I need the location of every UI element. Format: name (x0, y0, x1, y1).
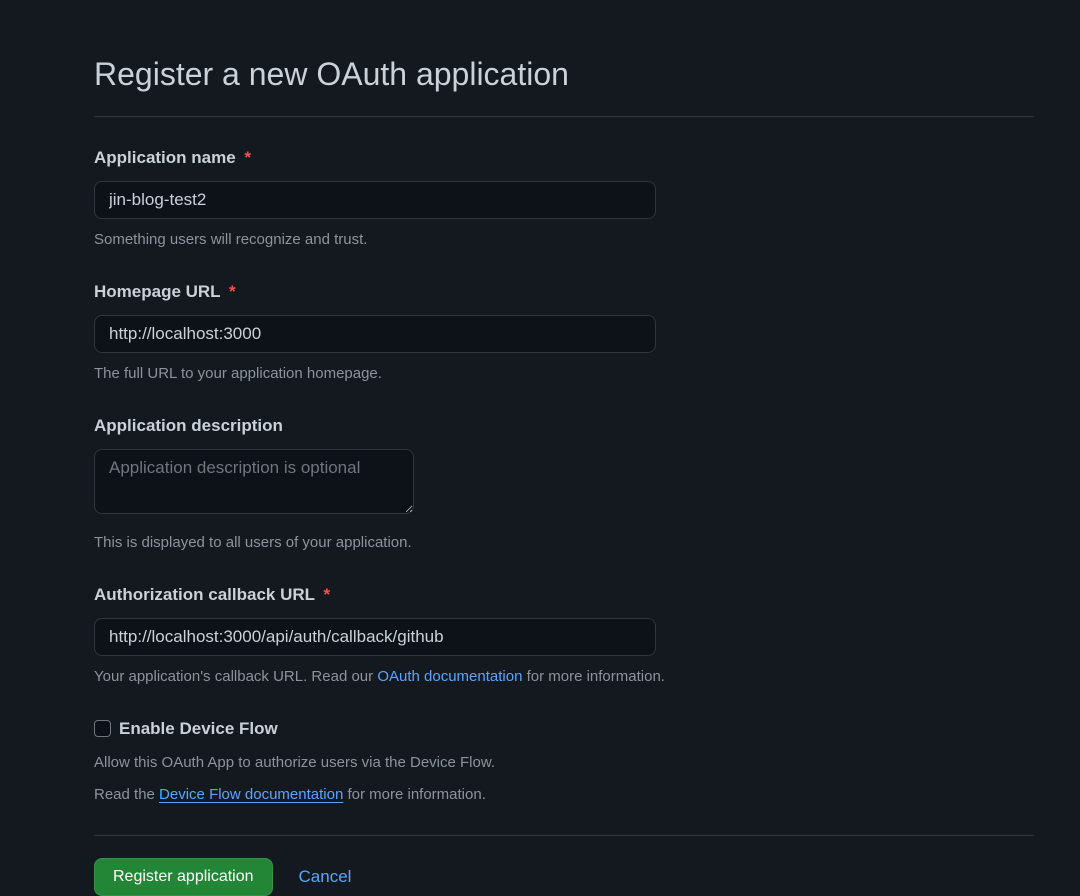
homepage-url-help: The full URL to your application homepag… (94, 363, 1034, 386)
callback-url-label-text: Authorization callback URL (94, 585, 315, 604)
homepage-url-label: Homepage URL * (94, 279, 1034, 305)
app-description-group: Application description This is displaye… (94, 413, 1034, 554)
button-row: Register application Cancel (94, 858, 1034, 896)
device-flow-row: Enable Device Flow (94, 716, 1034, 742)
device-flow-group: Enable Device Flow Allow this OAuth App … (94, 716, 1034, 807)
homepage-url-label-text: Homepage URL (94, 282, 220, 301)
device-flow-checkbox[interactable] (94, 720, 111, 737)
device-flow-label: Enable Device Flow (119, 716, 278, 742)
app-name-input[interactable] (94, 181, 656, 219)
callback-help-prefix: Your application's callback URL. Read ou… (94, 668, 377, 685)
app-name-help: Something users will recognize and trust… (94, 229, 1034, 252)
header-divider (94, 116, 1034, 117)
oauth-documentation-link[interactable]: OAuth documentation (377, 668, 522, 685)
cancel-button[interactable]: Cancel (299, 867, 352, 887)
callback-help-suffix: for more information. (522, 668, 665, 685)
required-star-icon: * (229, 282, 236, 301)
device-flow-help-suffix: for more information. (343, 786, 486, 803)
homepage-url-group: Homepage URL * The full URL to your appl… (94, 279, 1034, 385)
callback-url-input[interactable] (94, 618, 656, 656)
app-name-group: Application name * Something users will … (94, 145, 1034, 251)
app-description-textarea[interactable] (94, 449, 414, 514)
register-application-button[interactable]: Register application (94, 858, 273, 896)
required-star-icon: * (244, 148, 251, 167)
callback-url-group: Authorization callback URL * Your applic… (94, 582, 1034, 688)
app-name-label: Application name * (94, 145, 1034, 171)
footer-divider (94, 835, 1034, 836)
required-star-icon: * (323, 585, 330, 604)
homepage-url-input[interactable] (94, 315, 656, 353)
device-flow-help-2: Read the Device Flow documentation for m… (94, 784, 1034, 807)
device-flow-help-prefix: Read the (94, 786, 159, 803)
app-description-label-text: Application description (94, 416, 283, 435)
app-description-help: This is displayed to all users of your a… (94, 532, 1034, 555)
app-name-label-text: Application name (94, 148, 236, 167)
callback-url-help: Your application's callback URL. Read ou… (94, 666, 1034, 689)
device-flow-help-1: Allow this OAuth App to authorize users … (94, 752, 1034, 775)
callback-url-label: Authorization callback URL * (94, 582, 1034, 608)
page-title: Register a new OAuth application (94, 50, 1034, 98)
app-description-label: Application description (94, 413, 1034, 439)
device-flow-documentation-link[interactable]: Device Flow documentation (159, 786, 343, 803)
